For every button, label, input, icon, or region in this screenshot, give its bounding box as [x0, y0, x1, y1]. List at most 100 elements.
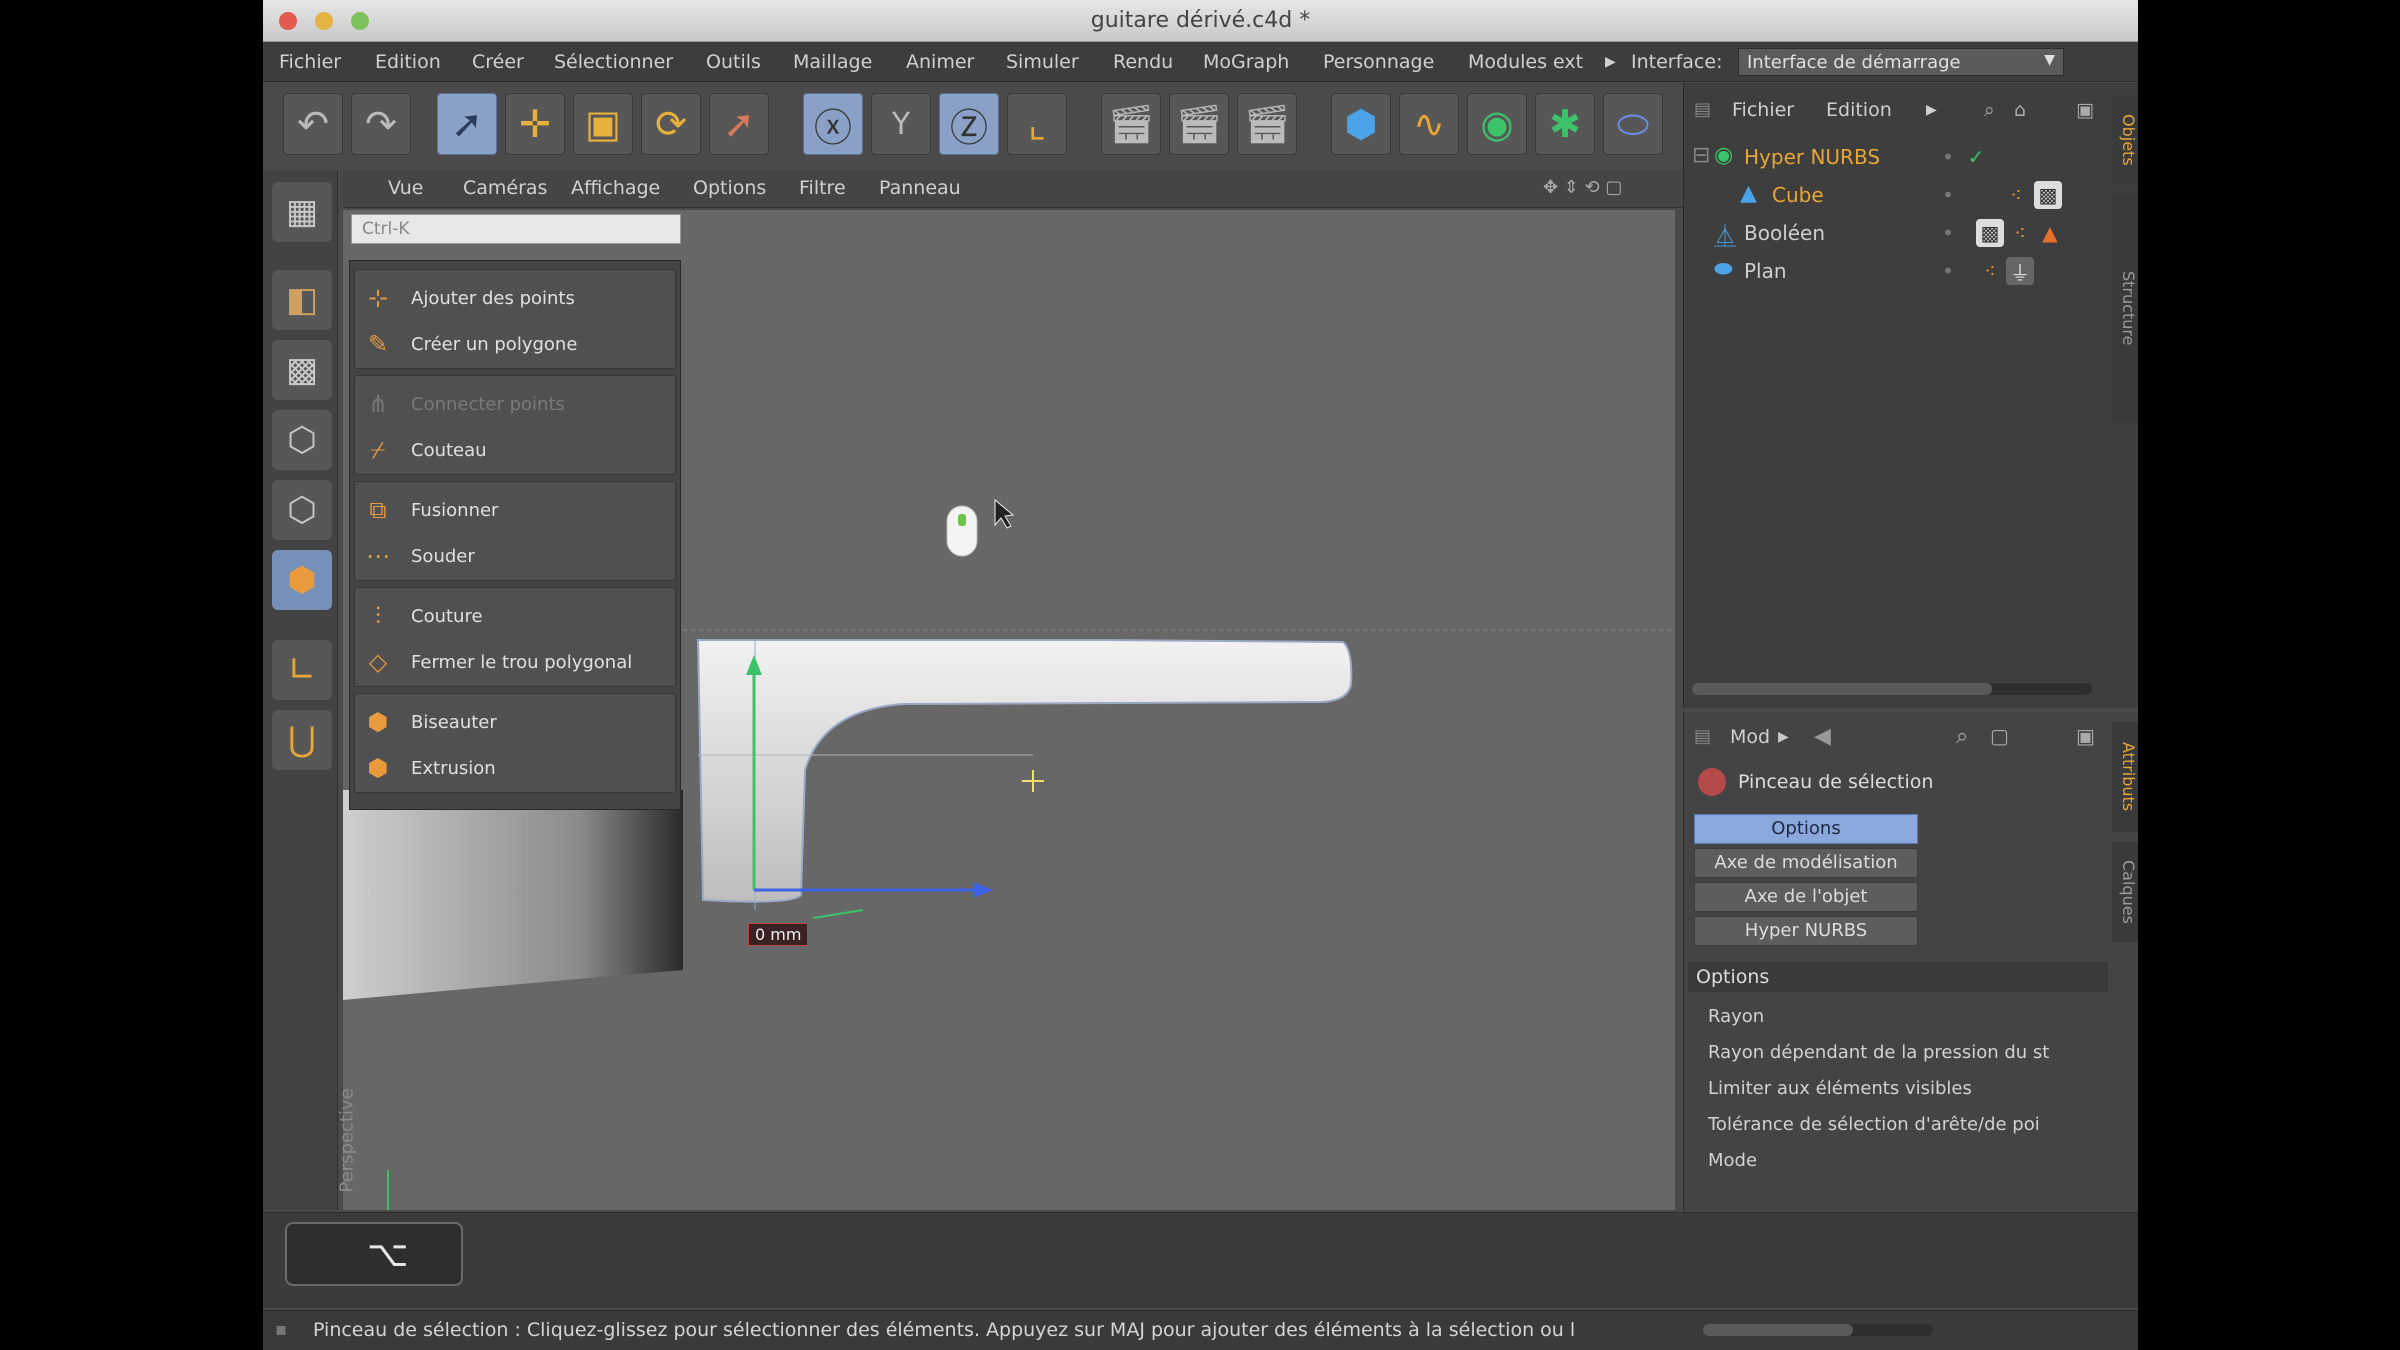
render-settings-button[interactable]: 🎬︎: [1237, 93, 1297, 155]
viewport-nav-icons[interactable]: ✥ ⇕ ⟲ ▢: [1543, 177, 1622, 198]
render-picture-viewer-button[interactable]: 🎬︎: [1169, 93, 1229, 155]
points-mode-button[interactable]: ⬡: [272, 410, 332, 470]
menu-animer[interactable]: Animer: [906, 51, 974, 73]
recent-tools-button[interactable]: ➚: [709, 93, 769, 155]
add-spline-button[interactable]: ∿: [1399, 93, 1459, 155]
snap-button[interactable]: ⋃: [272, 710, 332, 770]
popup-item-creer-un-polygone[interactable]: ✎ Créer un polygone: [355, 322, 677, 366]
edges-mode-button[interactable]: ⬡: [272, 480, 332, 540]
compositing-tag-icon[interactable]: ⏚: [2006, 257, 2034, 285]
menu-simuler[interactable]: Simuler: [1006, 51, 1079, 73]
3d-viewport[interactable]: 0 mm Perspective Ctrl-K ⊹ Ajouter des poi…: [337, 210, 1675, 1210]
popup-item-couture[interactable]: ⫶ Couture: [355, 594, 677, 638]
tab-calques[interactable]: Calques: [2112, 842, 2138, 942]
new-panel-icon[interactable]: ▣: [2076, 724, 2095, 748]
y-axis-lock-button[interactable]: Y: [871, 93, 931, 155]
move-button[interactable]: ✛: [505, 93, 565, 155]
new-panel-icon[interactable]: ▣: [2076, 99, 2094, 121]
menu-maillage[interactable]: Maillage: [793, 51, 872, 73]
home-icon[interactable]: ⌂: [2014, 99, 2026, 121]
menu-personnage[interactable]: Personnage: [1323, 51, 1434, 73]
viewport-menu-vue[interactable]: Vue: [388, 177, 423, 199]
object-row-plan[interactable]: ⬬ Plan • ⁖ ⏚: [1684, 253, 2104, 289]
x-axis-lock-button[interactable]: ⓧ: [803, 93, 863, 155]
texture-mode-button[interactable]: ▩: [272, 340, 332, 400]
axis-mode-button[interactable]: ∟: [272, 640, 332, 700]
object-row-booleen[interactable]: ⏅ Booléen • ▩ ⁖ ▲: [1684, 215, 2104, 251]
lock-icon[interactable]: ▢: [1990, 724, 2009, 748]
option-tolerance[interactable]: Tolérance de sélection d'arête/de poi: [1708, 1114, 2040, 1135]
enabled-check-icon[interactable]: ✓: [1962, 143, 1990, 171]
viewport-menu-cameras[interactable]: Caméras: [463, 177, 547, 199]
undo-button[interactable]: ↶: [283, 93, 343, 155]
tab-axe-de-lobjet[interactable]: Axe de l'objet: [1694, 882, 1918, 912]
add-cube-button[interactable]: ⬢: [1331, 93, 1391, 155]
object-scrollbar[interactable]: [1692, 683, 2092, 695]
rotate-button[interactable]: ⟳: [641, 93, 701, 155]
popup-item-fusionner[interactable]: ⧉ Fusionner: [355, 488, 677, 532]
add-array-button[interactable]: ✱: [1535, 93, 1595, 155]
render-view-button[interactable]: 🎬︎: [1101, 93, 1161, 155]
option-rayon[interactable]: Rayon: [1708, 1006, 1764, 1027]
tab-options[interactable]: Options: [1694, 814, 1918, 844]
viewport-menu-filtre[interactable]: Filtre: [799, 177, 846, 199]
popup-item-fermer-le-trou-polygonal[interactable]: ◇ Fermer le trou polygonal: [355, 640, 677, 684]
popup-item-biseauter[interactable]: ⬢ Biseauter: [355, 700, 677, 744]
texture-tag-icon[interactable]: ▩: [2034, 181, 2062, 209]
search-icon[interactable]: ⌕: [1984, 99, 1995, 121]
popup-item-extrusion[interactable]: ⬢ Extrusion: [355, 746, 677, 790]
tab-structure[interactable]: Structure: [2112, 193, 2138, 423]
menu-fichier[interactable]: Fichier: [279, 51, 341, 73]
menu-mograph[interactable]: MoGraph: [1203, 51, 1289, 73]
menu-creer[interactable]: Créer: [472, 51, 524, 73]
tab-objets[interactable]: Objets: [2112, 95, 2138, 185]
menu-modules-ext[interactable]: Modules ext: [1468, 51, 1583, 73]
option-limiter-visibles[interactable]: Limiter aux éléments visibles: [1708, 1078, 1972, 1099]
live-selection-button[interactable]: ➚: [437, 93, 497, 155]
model-mode-button[interactable]: ◧: [272, 270, 332, 330]
interface-select[interactable]: Interface de démarrage ▼: [1738, 48, 2064, 76]
back-arrow-icon[interactable]: ◀: [1814, 724, 1831, 749]
object-menu-fichier[interactable]: Fichier: [1732, 99, 1794, 121]
tag-icon[interactable]: ⁖: [2002, 181, 2030, 209]
visibility-dot-icon[interactable]: •: [1934, 257, 1962, 285]
menu-rendu[interactable]: Rendu: [1113, 51, 1173, 73]
panel-menu-icon[interactable]: ▤: [1694, 726, 1711, 747]
warning-tag-icon[interactable]: ▲: [2036, 219, 2064, 247]
tab-attributs[interactable]: Attributs: [2112, 722, 2138, 832]
popup-item-couteau[interactable]: ⌿ Couteau: [355, 428, 677, 472]
option-rayon-pression[interactable]: Rayon dépendant de la pression du st: [1708, 1042, 2049, 1063]
menu-selectionner[interactable]: Sélectionner: [554, 51, 673, 73]
attr-menu-mode[interactable]: Mod: [1730, 726, 1770, 748]
object-row-hyper-nurbs[interactable]: ⊟ ◉ Hyper NURBS • ✓: [1684, 139, 2104, 175]
viewport-menu-affichage[interactable]: Affichage: [571, 177, 660, 199]
visibility-dot-icon[interactable]: •: [1934, 219, 1962, 247]
menu-outils[interactable]: Outils: [706, 51, 761, 73]
status-scrollbar[interactable]: [1703, 1324, 1933, 1336]
object-row-cube[interactable]: ▲ Cube • ⁖ ▩: [1684, 177, 2104, 213]
panel-menu-icon[interactable]: ▤: [1694, 99, 1711, 120]
redo-button[interactable]: ↷: [351, 93, 411, 155]
add-nurbs-button[interactable]: ◉: [1467, 93, 1527, 155]
tag-icon[interactable]: ⁖: [2006, 219, 2034, 247]
scale-button[interactable]: ▣: [573, 93, 633, 155]
object-menu-edition[interactable]: Edition: [1826, 99, 1892, 121]
visibility-dot-icon[interactable]: •: [1934, 143, 1962, 171]
menu-edition[interactable]: Edition: [375, 51, 441, 73]
viewport-menu-options[interactable]: Options: [693, 177, 766, 199]
make-editable-button[interactable]: ▦: [272, 182, 332, 242]
option-mode[interactable]: Mode: [1708, 1150, 1757, 1171]
visibility-dot-icon[interactable]: •: [1934, 181, 1962, 209]
tab-axe-de-modelisation[interactable]: Axe de modélisation: [1694, 848, 1918, 878]
popup-item-souder[interactable]: ⋯ Souder: [355, 534, 677, 578]
z-axis-lock-button[interactable]: Ⓩ: [939, 93, 999, 155]
texture-tag-icon[interactable]: ▩: [1976, 219, 2004, 247]
command-search-input[interactable]: Ctrl-K: [351, 214, 681, 244]
polygons-mode-button[interactable]: ⬢: [272, 550, 332, 610]
x-axis-handle[interactable]: [812, 909, 864, 919]
viewport-menu-panneau[interactable]: Panneau: [879, 177, 961, 199]
tab-hyper-nurbs[interactable]: Hyper NURBS: [1694, 916, 1918, 946]
coordinate-system-button[interactable]: ⌞: [1007, 93, 1067, 155]
search-icon[interactable]: ⌕: [1956, 724, 1968, 749]
popup-item-ajouter-des-points[interactable]: ⊹ Ajouter des points: [355, 276, 677, 320]
